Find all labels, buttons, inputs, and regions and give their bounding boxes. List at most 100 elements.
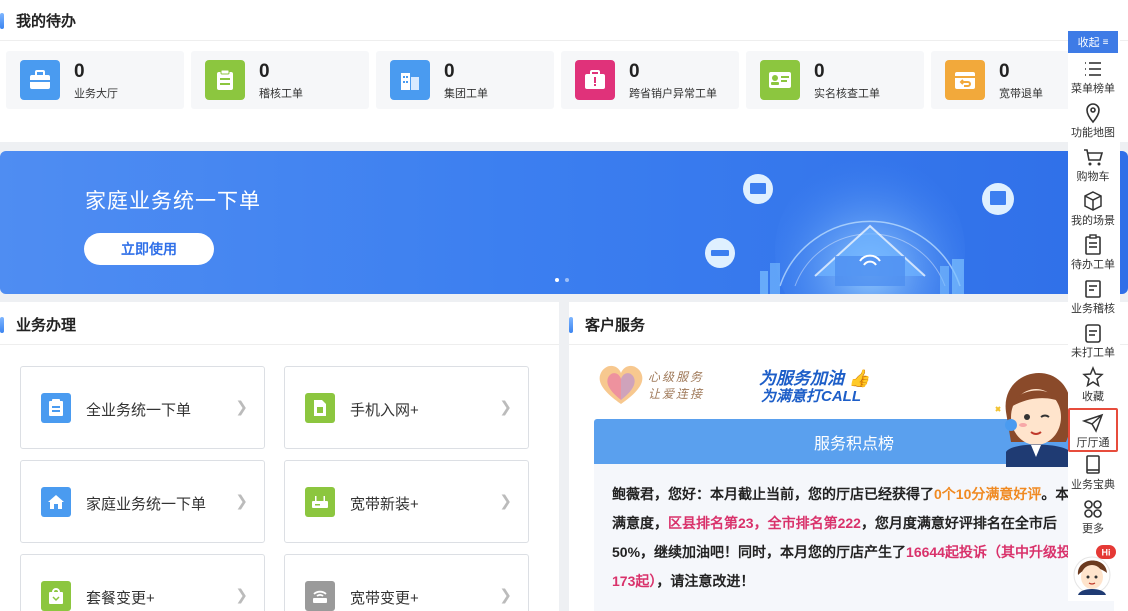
todo-card-real-name[interactable]: 0 实名核查工单	[746, 51, 924, 109]
avatar-badge: Hi	[1102, 548, 1111, 558]
carousel-dot[interactable]	[565, 278, 569, 282]
dock-item-label: 未打工单	[1071, 347, 1115, 359]
todo-card-cross-province[interactable]: 0 跨省销户异常工单	[561, 51, 739, 109]
title-accent-bar	[0, 316, 4, 333]
biz-item-family-business-order[interactable]: 家庭业务统一下单 ❯	[20, 460, 265, 543]
service-points-message: 鲍薇君，您好：本月截止当前，您的厅店已经获得了0个10分满意好评。本月满意度，区…	[594, 464, 1114, 611]
title-accent-bar	[0, 12, 4, 29]
biz-item-label: 宽带新装+	[350, 496, 419, 513]
dock-item-label: 厅厅通	[1076, 437, 1110, 449]
todo-title: 我的待办	[0, 10, 76, 31]
business-panel: 业务办理 全业务统一下单 ❯ 手机入网+ ❯ 家庭业务统一下单 ❯ 宽带新装+ …	[0, 302, 559, 611]
dock-item-label: 我的场景	[1071, 215, 1115, 227]
biz-item-label: 宽带变更+	[350, 590, 419, 607]
collapse-label: 收起	[1077, 37, 1100, 49]
todo-card-group[interactable]: 0 集团工单	[376, 51, 554, 109]
grid-icon	[1084, 500, 1102, 518]
clipboard-icon	[205, 60, 245, 100]
chevron-right-icon: ❯	[235, 493, 248, 510]
title-accent-bar	[569, 316, 573, 333]
carousel-dot[interactable]	[555, 278, 559, 282]
dock-item-unprinted-orders[interactable]: 未打工单	[1068, 320, 1118, 364]
dock-item-todo-orders[interactable]: 待办工单	[1068, 232, 1118, 276]
divider	[0, 344, 559, 345]
customer-service-title: 客户服务	[569, 314, 645, 335]
dock-item-cart[interactable]: 购物车	[1068, 144, 1118, 188]
todo-label: 宽带退单	[999, 88, 1043, 100]
right-dock: 收起 ≡ 菜单榜单 功能地图 购物车 我的场景 待办工单 业务稽核 未打工单 收…	[1068, 31, 1120, 601]
biz-item-label: 家庭业务统一下单	[86, 496, 207, 513]
biz-item-broadband-install[interactable]: 宽带新装+ ❯	[284, 460, 529, 543]
dock-item-label: 待办工单	[1071, 259, 1115, 271]
book-icon	[1086, 455, 1100, 474]
todo-card-audit[interactable]: 0 稽核工单	[191, 51, 369, 109]
document-icon	[1085, 324, 1101, 343]
biz-item-label: 手机入网+	[350, 402, 419, 419]
heart-logo-line: 心级服务	[648, 370, 705, 384]
biz-item-all-business-order[interactable]: 全业务统一下单 ❯	[20, 366, 265, 449]
todo-card-business-hall[interactable]: 0 业务大厅	[6, 51, 184, 109]
biz-item-mobile-signup[interactable]: 手机入网+ ❯	[284, 366, 529, 449]
todo-count: 0	[814, 61, 825, 82]
todo-label: 集团工单	[444, 88, 488, 100]
bag-icon	[41, 581, 71, 611]
todo-count: 0	[259, 61, 270, 82]
todo-label: 实名核查工单	[814, 88, 880, 100]
todo-label: 跨省销户异常工单	[629, 88, 717, 100]
dock-item-more[interactable]: 更多	[1068, 496, 1118, 540]
dock-item-label: 业务宝典	[1071, 479, 1115, 491]
dock-item-function-map[interactable]: 功能地图	[1068, 100, 1118, 144]
dock-item-label: 业务稽核	[1071, 303, 1115, 315]
todo-title-text: 我的待办	[16, 13, 77, 30]
sim-card-icon	[305, 393, 335, 423]
chevron-right-icon: ❯	[235, 399, 248, 416]
dock-item-favorites[interactable]: 收藏	[1068, 364, 1118, 408]
briefcase-icon	[20, 60, 60, 100]
banner-title: 家庭业务统一下单	[85, 190, 261, 213]
dock-item-label: 功能地图	[1071, 127, 1115, 139]
dock-item-menu-ranking[interactable]: 菜单榜单	[1068, 56, 1118, 100]
biz-item-broadband-change[interactable]: 宽带变更+ ❯	[284, 554, 529, 611]
heart-logo-text: 心级服务 让爱连接	[648, 369, 704, 403]
collapse-button[interactable]: 收起 ≡	[1068, 31, 1118, 53]
star-icon	[1082, 366, 1104, 388]
use-now-button[interactable]: 立即使用	[84, 233, 214, 265]
todo-label: 业务大厅	[74, 88, 118, 100]
message-text: ，请注意改进！	[656, 573, 755, 589]
business-title-text: 业务办理	[16, 317, 77, 334]
chevron-right-icon: ❯	[499, 493, 512, 510]
customer-service-title-text: 客户服务	[585, 317, 646, 334]
dock-item-label: 更多	[1082, 523, 1104, 535]
dock-item-business-audit[interactable]: 业务稽核	[1068, 276, 1118, 320]
clipboard-icon	[41, 393, 71, 423]
promo-banner[interactable]: 家庭业务统一下单 立即使用	[0, 151, 1128, 294]
business-title: 业务办理	[0, 314, 76, 335]
paper-plane-icon	[1082, 413, 1104, 433]
assistant-avatar[interactable]: Hi	[1070, 545, 1118, 595]
heart-logo-icon	[599, 365, 643, 404]
chevron-right-icon: ❯	[235, 587, 248, 604]
todo-panel: 我的待办 0 业务大厅 0 稽核工单 0 集团工单 0 跨省销户异常工单 0 实…	[0, 0, 1128, 142]
dock-item-label: 购物车	[1076, 171, 1110, 183]
dock-item-business-guide[interactable]: 业务宝典	[1068, 452, 1118, 496]
todo-count: 0	[74, 61, 85, 82]
carousel-dots	[555, 278, 569, 282]
cube-icon	[1084, 191, 1102, 211]
home-icon	[41, 487, 71, 517]
todo-label: 稽核工单	[259, 88, 303, 100]
message-highlight: 区县排名第23，全市排名第222	[668, 515, 861, 531]
satisfaction-call-logo: 为满意打CALL	[761, 388, 861, 405]
biz-item-plan-change[interactable]: 套餐变更+ ❯	[20, 554, 265, 611]
list-icon	[1085, 62, 1101, 76]
heart-logo-line: 让爱连接	[648, 387, 705, 401]
return-icon	[945, 60, 985, 100]
customer-service-panel: 客户服务 心级服务 让爱连接 为服务加油 👍 为满意打CALL 服务积点榜 鲍薇…	[569, 302, 1128, 611]
dock-item-ting-ting-tong[interactable]: 厅厅通	[1068, 408, 1118, 452]
todo-count: 0	[999, 61, 1010, 82]
dock-item-my-scenes[interactable]: 我的场景	[1068, 188, 1118, 232]
dock-item-label: 收藏	[1082, 391, 1104, 403]
divider	[569, 344, 1128, 345]
building-icon	[390, 60, 430, 100]
biz-item-label: 套餐变更+	[86, 590, 155, 607]
todo-count: 0	[629, 61, 640, 82]
